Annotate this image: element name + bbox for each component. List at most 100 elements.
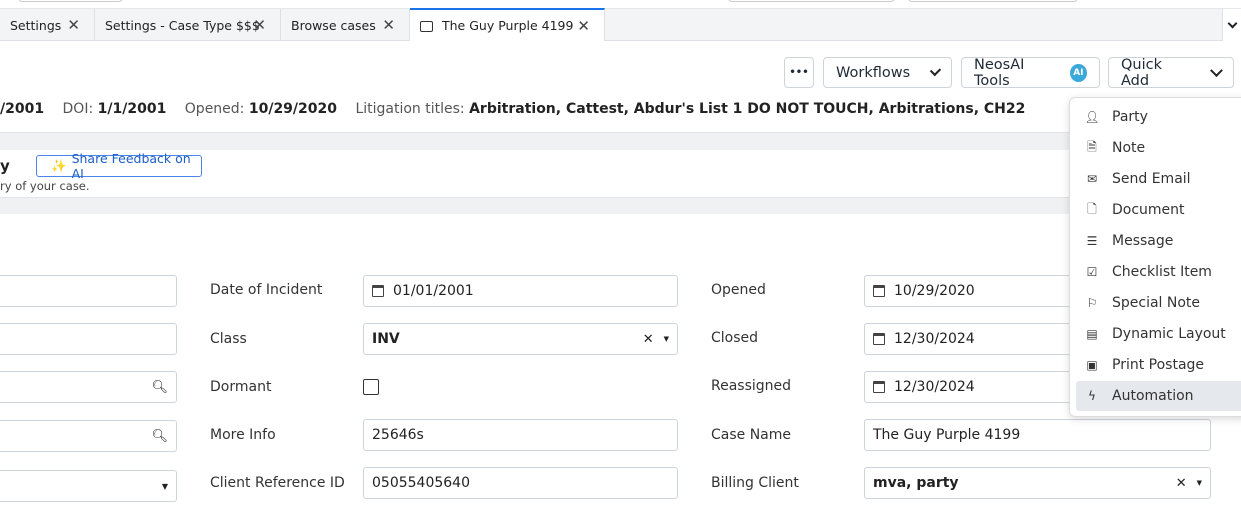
doi-value: 1/1/2001: [97, 101, 167, 117]
tab-settings-case-type[interactable]: Settings - Case Type $$$ ✕: [95, 9, 281, 41]
menu-item-print-postage[interactable]: ▣ Print Postage: [1076, 350, 1241, 380]
menu-label: Document: [1112, 202, 1185, 218]
more-button[interactable]: •••: [784, 57, 814, 88]
partial-control: [18, 0, 123, 2]
menu-item-special-note[interactable]: ⚐ Special Note: [1076, 288, 1241, 318]
tab-label: Settings: [10, 17, 62, 33]
bolt-icon: ϟ: [1088, 389, 1096, 403]
divider-band: [0, 132, 1241, 150]
chevron-down-icon: [1227, 18, 1237, 28]
date-of-incident-label: Date of Incident: [210, 282, 323, 298]
divider-band: [0, 197, 1241, 214]
tab-bar: Settings ✕ Settings - Case Type $$$ ✕ Brow…: [0, 8, 1241, 41]
menu-item-document[interactable]: 🗋 Document: [1076, 195, 1241, 225]
neosai-tools-button[interactable]: NeosAI Tools AI: [961, 57, 1100, 89]
chevron-down-icon: [929, 64, 942, 77]
left-field-1[interactable]: [0, 275, 177, 307]
calendar-icon[interactable]: [873, 285, 885, 297]
menu-label: Note: [1112, 140, 1146, 156]
briefcase-icon: [420, 21, 433, 32]
opened-label: Opened: [711, 282, 766, 298]
client-reference-id-input[interactable]: 05055405640: [363, 467, 678, 499]
menu-item-checklist-item[interactable]: ☑ Checklist Item: [1076, 257, 1241, 287]
close-icon[interactable]: ✕: [382, 16, 395, 34]
layout-icon: ▤: [1086, 327, 1098, 341]
calendar-icon[interactable]: [873, 333, 885, 345]
left-lookup-2[interactable]: 🔍︎: [0, 420, 177, 452]
menu-label: Send Email: [1112, 171, 1191, 187]
tab-overflow-button[interactable]: [1222, 9, 1241, 41]
menu-item-message[interactable]: ☰ Message: [1076, 226, 1241, 256]
menu-label: Automation: [1112, 388, 1194, 404]
menu-item-party[interactable]: 👤︎ Party: [1076, 102, 1241, 132]
value: INV: [372, 331, 400, 347]
workflows-button[interactable]: Workflows: [823, 57, 952, 88]
person-icon: 👤︎: [1084, 110, 1100, 124]
opened-value: 10/29/2020: [248, 101, 337, 117]
litigation-value: Arbitration, Cattest, Abdur's List 1 DO …: [469, 101, 1026, 117]
tab-case[interactable]: The Guy Purple 4199 ✕: [410, 8, 605, 41]
ai-summary-panel: y ✨ Share Feedback on AI ry of your case.: [0, 150, 1241, 197]
value: 01/01/2001: [393, 283, 474, 299]
menu-item-note[interactable]: 🗎 Note: [1076, 133, 1241, 163]
close-icon[interactable]: ✕: [253, 16, 266, 34]
case-name-label: Case Name: [711, 427, 792, 443]
note-icon: 🗎: [1087, 139, 1097, 154]
clear-icon[interactable]: ✕: [1176, 476, 1187, 491]
dormant-checkbox[interactable]: [363, 379, 379, 395]
document-icon: 🗋: [1087, 201, 1097, 216]
checklist-icon: ☑: [1086, 265, 1098, 279]
dob-value: /2001: [0, 101, 45, 117]
left-field-2[interactable]: [0, 323, 177, 355]
top-strip: [0, 0, 1241, 9]
opened-label: Opened:: [184, 101, 245, 117]
search-icon[interactable]: 🔍︎: [151, 380, 168, 395]
billing-client-select[interactable]: mva, party ✕ ▼: [864, 467, 1211, 499]
class-label: Class: [210, 331, 247, 347]
more-info-input[interactable]: 25646s: [363, 419, 678, 451]
close-icon[interactable]: ✕: [577, 17, 590, 35]
mail-icon: ✉: [1086, 172, 1098, 186]
value: 05055405640: [372, 475, 470, 491]
message-icon: ☰: [1086, 234, 1098, 248]
caret-down-icon: ▼: [1196, 479, 1202, 487]
feedback-label: Share Feedback on AI: [71, 151, 191, 181]
ai-summary-subtitle: ry of your case.: [0, 179, 90, 193]
left-select[interactable]: ▼: [0, 470, 177, 502]
search-icon[interactable]: 🔍︎: [151, 429, 168, 444]
quick-add-menu: 👤︎ Party 🗎 Note ✉ Send Email 🗋 Document ☰ Mes…: [1069, 97, 1241, 417]
postage-icon: ▣: [1086, 358, 1098, 372]
calendar-icon[interactable]: [372, 285, 384, 297]
menu-label: Checklist Item: [1112, 264, 1212, 280]
sparkle-icon: ✨: [51, 158, 67, 173]
close-icon[interactable]: ✕: [67, 16, 80, 34]
date-of-incident-input[interactable]: 01/01/2001: [363, 275, 678, 307]
menu-item-automation[interactable]: ϟ Automation: [1076, 381, 1241, 411]
value: 12/30/2024: [894, 331, 975, 347]
doi-label: DOI:: [62, 101, 94, 117]
tab-settings[interactable]: Settings ✕: [0, 9, 95, 41]
menu-item-send-email[interactable]: ✉ Send Email: [1076, 164, 1241, 194]
case-name-input[interactable]: The Guy Purple 4199: [864, 419, 1211, 451]
partial-control: [908, 0, 1078, 2]
ai-summary-title: y: [0, 157, 10, 175]
menu-item-dynamic-layout[interactable]: ▤ Dynamic Layout: [1076, 319, 1241, 349]
left-lookup-1[interactable]: 🔍︎: [0, 371, 177, 403]
closed-label: Closed: [711, 330, 759, 346]
value: 25646s: [372, 427, 424, 443]
dormant-label: Dormant: [210, 379, 272, 395]
quick-add-button[interactable]: Quick Add: [1108, 57, 1234, 89]
value: 12/30/2024: [894, 379, 975, 395]
share-feedback-button[interactable]: ✨ Share Feedback on AI: [36, 151, 202, 181]
ai-badge: AI: [1069, 63, 1087, 82]
class-select[interactable]: INV ✕ ▼: [363, 323, 678, 355]
client-reference-id-label: Client Reference ID: [210, 475, 345, 491]
partial-control: [728, 0, 895, 2]
value: 10/29/2020: [894, 283, 975, 299]
calendar-icon[interactable]: [873, 381, 885, 393]
tab-browse-cases[interactable]: Browse cases ✕: [281, 9, 410, 41]
tab-label: Browse cases: [291, 17, 376, 33]
menu-label: Party: [1112, 109, 1148, 125]
litigation-label: Litigation titles:: [355, 101, 465, 117]
clear-icon[interactable]: ✕: [643, 332, 654, 347]
